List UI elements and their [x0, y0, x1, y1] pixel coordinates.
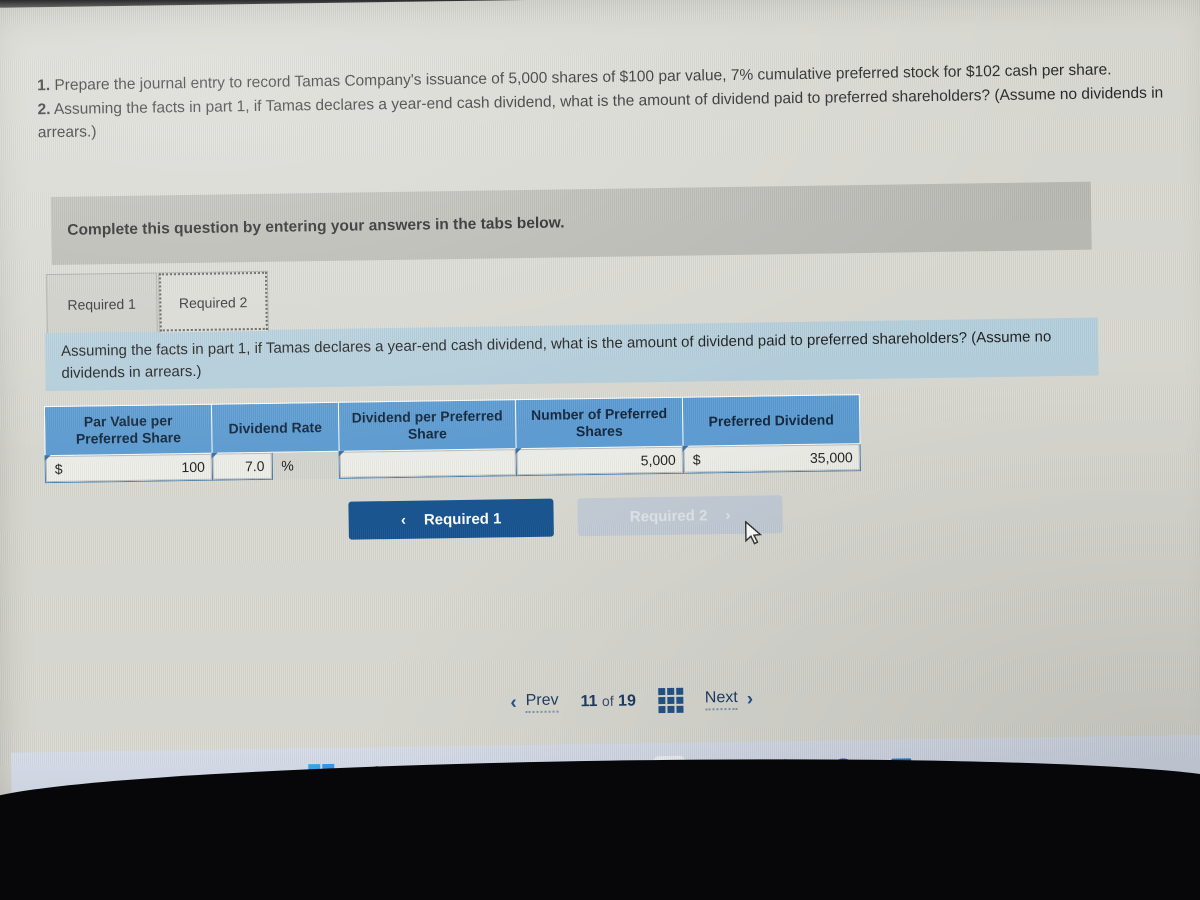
preferred-dividend-input[interactable]: 35,000	[700, 449, 859, 467]
page-counter: 11 of 19	[580, 692, 636, 711]
requirement-navigation: ‹ Required 1 Required 2 ›	[348, 495, 783, 540]
tab-required-2-label: Required 2	[178, 293, 248, 311]
required-1-button-label: Required 1	[423, 509, 502, 529]
tab-required-1-label: Required 1	[67, 295, 137, 313]
required-2-button-label: Required 2	[629, 506, 708, 526]
total-page-number: 19	[617, 691, 637, 710]
next-question-button[interactable]: Next ›	[704, 688, 754, 711]
next-label: Next	[704, 688, 738, 711]
instruction-banner-text: Complete this question by entering your …	[67, 214, 565, 239]
quiz-page: 1. Prepare the journal entry to record T…	[0, 0, 1200, 808]
cell-corner-marker	[211, 452, 218, 459]
cell-corner-marker	[338, 450, 345, 457]
par-value-input[interactable]: 100	[63, 459, 212, 477]
percent-symbol: %	[281, 457, 294, 475]
number-of-shares-input[interactable]: 5,000	[517, 452, 683, 470]
cell-corner-marker	[682, 445, 689, 452]
cell-corner-marker	[515, 448, 522, 455]
required-1-back-arrow-icon: ‹	[400, 511, 406, 529]
par-value-currency-symbol: $	[54, 461, 63, 478]
monitor-bezel-fill	[0, 800, 1200, 900]
current-page-number: 11	[580, 692, 598, 710]
cell-corner-marker	[44, 455, 51, 462]
prev-label: Prev	[525, 691, 559, 714]
prompt-2-number: 2.	[37, 101, 51, 119]
answer-table: Par Value per Preferred Share Dividend R…	[44, 394, 861, 483]
page-of-label: of	[601, 692, 614, 709]
required-2-forward-arrow-icon: ›	[725, 506, 731, 524]
question-pager: ‹ Prev 11 of 19 Next ›	[510, 687, 753, 716]
monitor-screen: 1. Prepare the journal entry to record T…	[0, 0, 1200, 808]
instruction-banner: Complete this question by entering your …	[50, 181, 1092, 266]
question-prompt: 1. Prepare the journal entry to record T…	[37, 58, 1188, 146]
prev-question-button[interactable]: ‹ Prev	[510, 691, 559, 714]
prompt-1-number: 1.	[37, 77, 51, 95]
cell-percent-symbol: %	[271, 451, 340, 480]
column-header-number-of-shares: Number of Preferred Shares	[515, 397, 684, 449]
cell-par-value[interactable]: $ 100	[44, 453, 213, 483]
cell-preferred-dividend[interactable]: $ 35,000	[682, 443, 861, 474]
preferred-dividend-currency-symbol: $	[692, 451, 701, 468]
tab-required-1[interactable]: Required 1	[45, 272, 158, 335]
prev-chevron-icon: ‹	[510, 691, 517, 713]
requirement-tabs: Required 1 Required 2	[45, 270, 270, 335]
next-chevron-icon: ›	[746, 688, 754, 710]
cell-number-of-shares[interactable]: 5,000	[515, 446, 684, 476]
dividend-per-share-input[interactable]	[340, 462, 516, 465]
tab-required-2[interactable]: Required 2	[157, 270, 269, 333]
column-header-par-value: Par Value per Preferred Share	[44, 404, 213, 456]
column-header-dividend-per-share: Dividend per Preferred Share	[338, 399, 517, 452]
grid-icon[interactable]	[657, 687, 684, 714]
requirement-description-text: Assuming the facts in part 1, if Tamas d…	[60, 328, 1052, 382]
monitor-photo: 1. Prepare the journal entry to record T…	[0, 0, 1200, 900]
column-header-preferred-dividend: Preferred Dividend	[682, 394, 861, 447]
cell-dividend-per-share[interactable]	[338, 448, 517, 479]
column-header-dividend-rate: Dividend Rate	[211, 402, 340, 454]
dividend-rate-input[interactable]: 7.0	[213, 458, 272, 475]
required-1-button[interactable]: ‹ Required 1	[348, 498, 554, 540]
cell-dividend-rate[interactable]: 7.0	[211, 452, 273, 481]
required-2-button: Required 2 ›	[577, 495, 783, 537]
